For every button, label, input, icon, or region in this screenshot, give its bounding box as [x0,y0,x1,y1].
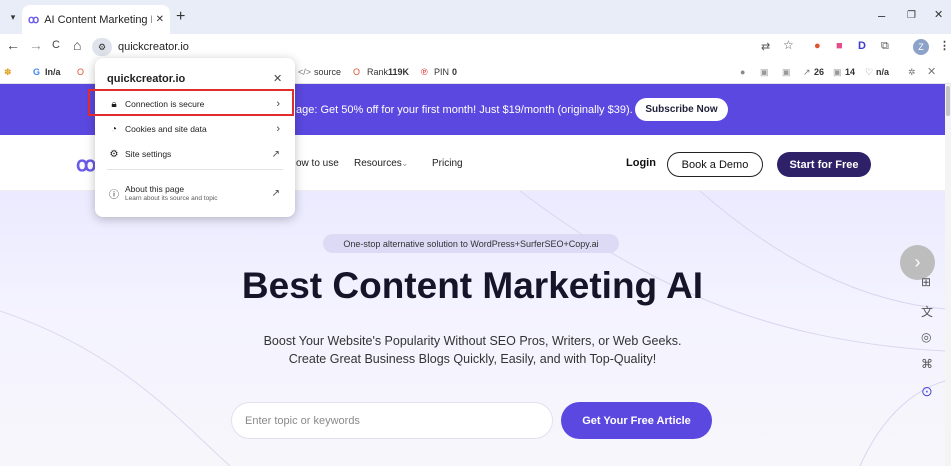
site-info-icon[interactable]: ⚙ [92,38,112,56]
alexa-icon: O [77,67,85,77]
rank-label: Rank [367,67,389,77]
page-icon[interactable]: ▣ [760,67,769,78]
home-button[interactable]: ⌂ [73,37,81,53]
site-info-popup: quickcreator.io ✕ 🔒︎ Connection is secur… [95,58,295,217]
hero-subtitle-line: Create Great Business Blogs Quickly, Eas… [288,352,657,366]
links-value[interactable]: 26 [814,67,824,77]
more-menu-icon[interactable]: ⋮ [939,39,950,52]
nav-how-to-use[interactable]: ow to use [296,158,339,169]
external-link-icon: ↗ [271,148,280,160]
hero-subtitle: Boost Your Website's Popularity Without … [0,332,945,368]
url-text[interactable]: quickcreator.io [118,41,189,53]
popup-item-label: Site settings [125,149,172,159]
translate-icon[interactable]: 文 [921,303,933,320]
get-free-article-button[interactable]: Get Your Free Article [561,402,712,439]
back-button[interactable]: ← [6,37,20,53]
rank-icon: O [353,67,361,77]
highlight-box [88,89,294,116]
pinterest-icon: ℗ [421,67,428,77]
close-window-button[interactable]: ✕ [934,8,943,21]
scrollbar-thumb[interactable] [946,86,950,116]
close-extension-bar-icon[interactable]: ✕ [927,65,936,78]
promo-text: age: Get 50% off for your first month! J… [296,104,633,116]
about-this-page-item[interactable]: ⓘ About this page Learn about its source… [95,179,295,207]
external-link-icon: ↗ [803,67,811,77]
info-icon: ⓘ [109,189,119,201]
tab-strip: ▾ ꝏ AI Content Marketing Platform ✕ + – … [0,0,951,34]
subscribe-now-button[interactable]: Subscribe Now [635,98,728,121]
page-icon: ▣ [833,67,842,77]
assistant-icon[interactable]: ⊙ [921,383,933,400]
book-demo-button[interactable]: Book a Demo [667,152,763,177]
profile-avatar[interactable]: Z [913,39,929,55]
popup-item-label: Cookies and site data [125,124,207,134]
quickcreator-favicon-icon: ꝏ [28,14,40,26]
nav-pricing[interactable]: Pricing [432,158,463,169]
popup-item-label: About this page [125,184,185,194]
about-text: About this page Learn about its source a… [125,184,218,202]
nav-resources[interactable]: Resources [354,158,402,169]
browser-toolbar: ← → C ⌂ ⚙ quickcreator.io ⇄ ☆ ● ■ D ⧉ Z … [0,34,951,60]
target-icon[interactable]: ◎ [921,330,931,344]
site-settings-item[interactable]: ⚙ Site settings ↗ [95,142,295,166]
settings-sliders-icon: ⚙ [109,148,119,160]
cookie-icon: ◔ [110,123,118,135]
close-icon[interactable]: ✕ [273,72,282,85]
extensions-puzzle-icon[interactable]: ⧉ [881,40,889,53]
pin-value[interactable]: 0 [452,67,457,77]
hero-title: Best Content Marketing AI [241,265,704,306]
book-icon[interactable]: ⊞ [921,275,931,289]
address-bar[interactable]: ⚙ quickcreator.io [92,36,748,58]
na-value[interactable]: n/a [876,67,889,77]
translate-icon[interactable]: ⇄ [761,40,770,53]
popup-title: quickcreator.io [107,73,186,85]
new-tab-button[interactable]: + [176,8,185,26]
scrollbar-track[interactable] [945,84,951,466]
external-link-icon: ↗ [271,187,280,199]
active-tab[interactable]: ꝏ AI Content Marketing Platform ✕ [22,5,170,34]
pages-value[interactable]: 14 [845,67,855,77]
heart-icon: ♡ [865,67,874,77]
extension-icon[interactable]: ■ [836,40,843,52]
tab-title: AI Content Marketing Platform [44,13,151,26]
settings-icon[interactable]: ✲ [908,67,916,78]
g-value[interactable]: In/a [45,67,61,77]
chevron-right-icon: › [276,123,280,135]
hero-section: One-stop alternative solution to WordPre… [0,191,945,466]
popup-item-sublabel: Learn about its source and topic [125,195,218,202]
google-icon: G [33,67,41,77]
code-icon: </> [298,67,312,77]
restore-button[interactable]: ❐ [907,10,916,21]
topic-input[interactable] [231,402,553,439]
source-link[interactable]: source [314,67,341,77]
bookmark-star-icon[interactable]: ☆ [783,38,794,52]
tagline-pill: One-stop alternative solution to WordPre… [323,234,619,253]
command-icon[interactable]: ⌘ [921,357,933,371]
pin-label: PIN [434,67,450,77]
chevron-down-icon: ⌄ [401,158,409,168]
start-for-free-button[interactable]: Start for Free [777,152,871,177]
tab-close-icon[interactable]: ✕ [156,14,164,25]
forward-button[interactable]: → [29,37,43,53]
extension-icon[interactable]: D [858,40,866,52]
minimize-button[interactable]: – [878,8,885,23]
login-link[interactable]: Login [626,157,656,169]
extension-icon[interactable]: ● [814,40,821,52]
page-icon[interactable]: ▣ [782,67,791,78]
cookies-site-data-item[interactable]: ◔ Cookies and site data › [95,117,295,141]
extension-logo-icon: ✽ [4,67,12,77]
rank-value[interactable]: 119K [388,67,409,77]
reload-button[interactable]: C [52,39,60,51]
quickcreator-logo-icon[interactable]: ꝏ [76,152,96,177]
tab-search-button[interactable]: ▾ [4,8,22,26]
divider [107,169,283,170]
info-icon[interactable]: ● [740,67,745,77]
hero-subtitle-line: Boost Your Website's Popularity Without … [263,334,682,348]
